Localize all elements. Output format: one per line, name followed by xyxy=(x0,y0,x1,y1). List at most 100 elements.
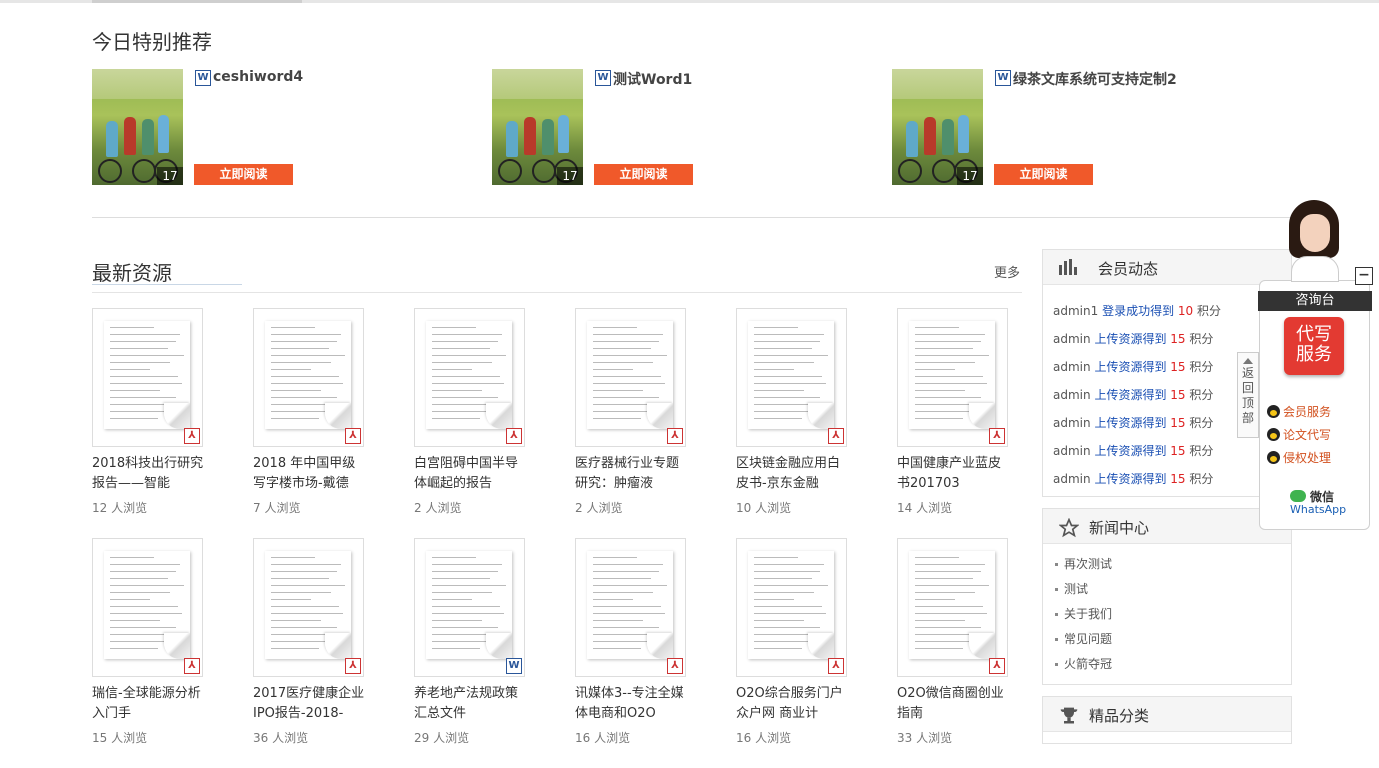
bullet-icon xyxy=(1055,613,1058,616)
categories-panel: 精品分类 xyxy=(1042,696,1292,744)
document-thumbnail[interactable]: ⅄ xyxy=(253,538,364,677)
news-item[interactable]: 关于我们 xyxy=(1055,605,1112,622)
activity-unit: 积分 xyxy=(1189,388,1214,402)
pdf-icon: ⅄ xyxy=(345,428,361,444)
document-title[interactable]: 白宫阻碍中国半导体崛起的报告 xyxy=(414,454,526,494)
minimize-button[interactable]: − xyxy=(1355,267,1373,285)
document-thumbnail[interactable]: ⅄ xyxy=(575,538,686,677)
recommend-item[interactable]: 17 W ceshiword4 立即阅读 xyxy=(92,69,392,187)
activity-points: 15 xyxy=(1170,444,1186,458)
recommend-item[interactable]: 17 W 绿茶文库系统可支持定制2 立即阅读 xyxy=(892,69,1192,187)
qq-link-member-service[interactable]: 会员服务 xyxy=(1267,403,1331,420)
more-link[interactable]: 更多 xyxy=(994,262,1020,281)
activity-user: admin xyxy=(1053,416,1091,430)
recommend-thumbnail[interactable]: 17 xyxy=(492,69,583,185)
document-card[interactable]: ⅄ 区块链金融应用白皮书-京东金融 10 人浏览 xyxy=(736,308,866,538)
bullet-icon xyxy=(1055,638,1058,641)
recommend-thumbnail[interactable]: 17 xyxy=(92,69,183,185)
document-thumbnail[interactable]: ⅄ xyxy=(575,308,686,447)
activity-item: admin 上传资源得到 15 积分 xyxy=(1053,386,1213,403)
document-thumbnail[interactable]: ⅄ xyxy=(414,308,525,447)
qq-link-paper-writing[interactable]: 论文代写 xyxy=(1267,426,1331,443)
document-thumbnail[interactable]: ⅄ xyxy=(897,538,1008,677)
activity-item: admin 上传资源得到 15 积分 xyxy=(1053,414,1213,431)
document-title[interactable]: 养老地产法规政策汇总文件 xyxy=(414,684,526,724)
activity-user: admin xyxy=(1053,472,1091,486)
bullet-icon xyxy=(1055,563,1058,566)
document-card[interactable]: ⅄ 2018 年中国甲级写字楼市场-戴德 7 人浏览 xyxy=(253,308,383,538)
read-now-button[interactable]: 立即阅读 xyxy=(594,164,693,185)
activity-points: 15 xyxy=(1170,388,1186,402)
document-thumbnail[interactable]: ⅄ xyxy=(92,538,203,677)
news-item[interactable]: 测试 xyxy=(1055,580,1088,597)
document-views: 36 人浏览 xyxy=(253,731,309,745)
view-count-badge: 17 xyxy=(957,167,983,185)
document-title[interactable]: 讯媒体3--专注全媒体电商和O2O xyxy=(575,684,687,724)
news-item[interactable]: 火箭夺冠 xyxy=(1055,655,1112,672)
document-card[interactable]: ⅄ 2017医疗健康企业IPO报告-2018- 36 人浏览 xyxy=(253,538,383,768)
panel-title: 新闻中心 xyxy=(1089,519,1150,537)
activity-action[interactable]: 上传资源得到 xyxy=(1094,416,1166,430)
activity-action[interactable]: 上传资源得到 xyxy=(1094,388,1166,402)
news-title: 测试 xyxy=(1064,582,1089,596)
read-now-button[interactable]: 立即阅读 xyxy=(194,164,293,185)
activity-action[interactable]: 上传资源得到 xyxy=(1094,332,1166,346)
document-title[interactable]: 医疗器械行业专题研究：肿瘤液 xyxy=(575,454,687,494)
document-card[interactable]: ⅄ O2O综合服务门户众户网 商业计 16 人浏览 xyxy=(736,538,866,768)
document-thumbnail[interactable]: ⅄ xyxy=(253,308,364,447)
news-item[interactable]: 再次测试 xyxy=(1055,555,1112,572)
document-card[interactable]: ⅄ 医疗器械行业专题研究：肿瘤液 2 人浏览 xyxy=(575,308,705,538)
document-thumbnail[interactable]: ⅄ xyxy=(897,308,1008,447)
document-views: 14 人浏览 xyxy=(897,501,953,515)
document-title[interactable]: 瑞信-全球能源分析入门手 xyxy=(92,684,204,724)
recommend-doc-title[interactable]: 测试Word1 xyxy=(613,69,692,89)
ghostwriting-service-button[interactable]: 代写 服务 xyxy=(1284,317,1344,375)
whatsapp-link[interactable]: WhatsApp xyxy=(1290,503,1346,516)
document-title[interactable]: 2018 年中国甲级写字楼市场-戴德 xyxy=(253,454,365,494)
document-title[interactable]: O2O微信商圈创业指南 xyxy=(897,684,1009,724)
document-title[interactable]: 中国健康产业蓝皮书201703 xyxy=(897,454,1009,494)
back-to-top-button[interactable]: 返回顶部 xyxy=(1237,352,1259,438)
document-card[interactable]: ⅄ 中国健康产业蓝皮书201703 14 人浏览 xyxy=(897,308,1027,538)
activity-unit: 积分 xyxy=(1189,444,1214,458)
document-title[interactable]: O2O综合服务门户众户网 商业计 xyxy=(736,684,848,724)
news-title: 常见问题 xyxy=(1064,632,1113,646)
activity-points: 15 xyxy=(1170,360,1186,374)
pdf-icon: ⅄ xyxy=(989,658,1005,674)
wechat-icon xyxy=(1290,490,1306,502)
activity-action[interactable]: 登录成功得到 xyxy=(1102,304,1174,318)
document-title[interactable]: 2017医疗健康企业IPO报告-2018- xyxy=(253,684,365,724)
document-card[interactable]: ⅄ 讯媒体3--专注全媒体电商和O2O 16 人浏览 xyxy=(575,538,705,768)
document-thumbnail[interactable]: ⅄ xyxy=(92,308,203,447)
document-card[interactable]: W 养老地产法规政策汇总文件 29 人浏览 xyxy=(414,538,544,768)
qq-link-label: 侵权处理 xyxy=(1283,451,1332,465)
pdf-icon: ⅄ xyxy=(506,428,522,444)
recommend-doc-title[interactable]: ceshiword4 xyxy=(213,69,303,85)
recommend-title: 今日特别推荐 xyxy=(92,30,212,54)
document-card[interactable]: ⅄ 白宫阻碍中国半导体崛起的报告 2 人浏览 xyxy=(414,308,544,538)
document-card[interactable]: ⅄ 2018科技出行研究报告——智能 12 人浏览 xyxy=(92,308,222,538)
pdf-icon: ⅄ xyxy=(184,658,200,674)
qq-link-infringement[interactable]: 侵权处理 xyxy=(1267,449,1331,466)
document-card[interactable]: ⅄ O2O微信商圈创业指南 33 人浏览 xyxy=(897,538,1027,768)
document-title[interactable]: 2018科技出行研究报告——智能 xyxy=(92,454,204,494)
activity-item: admin 上传资源得到 15 积分 xyxy=(1053,470,1213,487)
document-title[interactable]: 区块链金融应用白皮书-京东金融 xyxy=(736,454,848,494)
activity-item: admin 上传资源得到 15 积分 xyxy=(1053,358,1213,375)
document-card[interactable]: ⅄ 瑞信-全球能源分析入门手 15 人浏览 xyxy=(92,538,222,768)
recommend-doc-title[interactable]: 绿茶文库系统可支持定制2 xyxy=(1013,69,1177,89)
word-icon: W xyxy=(506,658,522,674)
recommend-item[interactable]: 17 W 测试Word1 立即阅读 xyxy=(492,69,792,187)
document-thumbnail[interactable]: ⅄ xyxy=(736,538,847,677)
activity-action[interactable]: 上传资源得到 xyxy=(1094,360,1166,374)
bar-chart-icon xyxy=(1059,259,1079,280)
document-thumbnail[interactable]: W xyxy=(414,538,525,677)
document-thumbnail[interactable]: ⅄ xyxy=(736,308,847,447)
recommend-thumbnail[interactable]: 17 xyxy=(892,69,983,185)
activity-action[interactable]: 上传资源得到 xyxy=(1094,444,1166,458)
activity-action[interactable]: 上传资源得到 xyxy=(1094,472,1166,486)
panel-header: 精品分类 xyxy=(1043,697,1291,732)
read-now-button[interactable]: 立即阅读 xyxy=(994,164,1093,185)
view-count-badge: 17 xyxy=(557,167,583,185)
news-item[interactable]: 常见问题 xyxy=(1055,630,1112,647)
